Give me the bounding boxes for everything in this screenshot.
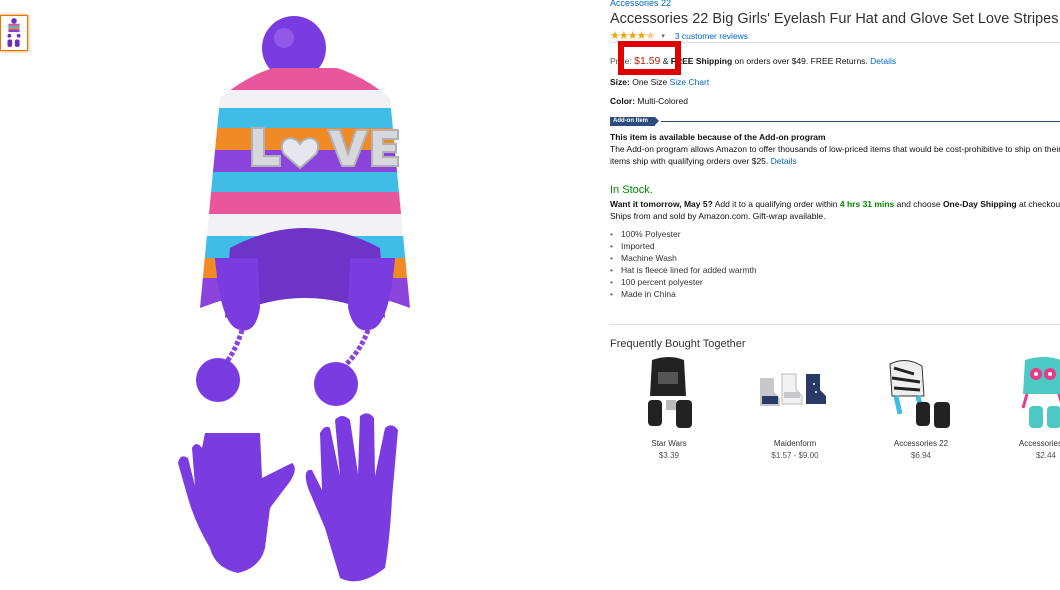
addon-line-2: items ship with qualifying orders over $…: [610, 156, 771, 166]
one-day-shipping-label: One-Day Shipping: [942, 199, 1017, 209]
size-value: One Size: [629, 77, 668, 87]
fbt-item[interactable]: Accessories 22 $6.94: [866, 356, 976, 460]
addon-heading: This item is available because of the Ad…: [610, 132, 826, 142]
color-row: Color: Multi-Colored: [610, 96, 688, 106]
addon-details-link[interactable]: Details: [771, 156, 797, 166]
countdown-time: 4 hrs 31 mins: [839, 199, 895, 209]
fbt-item-price: $2.44: [1035, 451, 1057, 460]
customer-reviews-link[interactable]: 3 customer reviews: [675, 31, 748, 41]
brand-link[interactable]: Accessories 22: [610, 0, 671, 8]
list-item: 100% Polyester: [610, 228, 757, 240]
fbt-item-name: Maidenform: [773, 439, 817, 448]
product-title: Accessories 22 Big Girls' Eyelash Fur Ha…: [610, 11, 1059, 27]
addon-badge-row: Add-on Item: [610, 117, 1060, 126]
fbt-item-image[interactable]: [866, 356, 976, 432]
fbt-item-price: $6.94: [910, 451, 932, 460]
shipping-details-link[interactable]: Details: [870, 56, 896, 66]
delivery-text-3: at checkout.: [1016, 199, 1060, 209]
addon-divider: [661, 121, 1060, 122]
chevron-down-icon[interactable]: ▾: [661, 32, 665, 40]
fbt-item-image[interactable]: [614, 356, 724, 432]
feature-bullets: 100% Polyester Imported Machine Wash Hat…: [610, 228, 757, 300]
fbt-item[interactable]: Star Wars $3.39: [614, 356, 724, 460]
color-value: Multi-Colored: [635, 96, 688, 106]
price-highlight-box: [618, 41, 681, 75]
fbt-item[interactable]: Maidenform $1.57 - $9.00: [740, 356, 850, 460]
delivery-info: Want it tomorrow, May 5? Add it to a qua…: [610, 198, 1060, 222]
addon-line-1: The Add-on program allows Amazon to offe…: [610, 144, 1060, 154]
shipping-text: on orders over $49. FREE Returns.: [732, 56, 871, 66]
fbt-item-price: $3.39: [658, 451, 680, 460]
hat-glove-thumbnail-icon: [7, 18, 21, 47]
list-item: 100 percent polyester: [610, 276, 757, 288]
fbt-item[interactable]: Accessories 22 $2.44: [991, 356, 1060, 460]
delivery-text-2: and choose: [894, 199, 943, 209]
list-item: Imported: [610, 240, 757, 252]
size-label: Size:: [610, 77, 630, 87]
main-product-image[interactable]: [160, 8, 450, 588]
list-item: Machine Wash: [610, 252, 757, 264]
fbt-item-image[interactable]: [740, 356, 850, 432]
product-info: Accessories 22 Accessories 22 Big Girls'…: [610, 0, 1060, 590]
fbt-item-name: Accessories 22: [893, 439, 949, 448]
color-label: Color:: [610, 96, 636, 106]
fbt-item-name: Star Wars: [651, 439, 687, 448]
size-row: Size: One Size Size Chart: [610, 77, 709, 87]
fbt-title: Frequently Bought Together: [610, 338, 746, 350]
delivery-text: Add it to a qualifying order within: [712, 199, 840, 209]
fbt-item-image[interactable]: [991, 356, 1060, 432]
stock-status: In Stock.: [610, 184, 653, 196]
fbt-item-name: Accessories 22: [1018, 439, 1060, 448]
addon-badge: Add-on Item: [610, 117, 659, 126]
size-chart-link[interactable]: Size Chart: [670, 77, 710, 87]
divider: [610, 324, 1060, 325]
addon-info: This item is available because of the Ad…: [610, 131, 1060, 167]
list-item: Made in China: [610, 288, 757, 300]
delivery-date: Want it tomorrow, May 5?: [610, 199, 713, 209]
ships-from: Ships from and sold by Amazon.com. Gift-…: [610, 211, 826, 221]
list-item: Hat is fleece lined for added warmth: [610, 264, 757, 276]
product-thumbnail[interactable]: [0, 15, 28, 51]
fbt-item-price: $1.57 - $9.00: [771, 451, 819, 460]
